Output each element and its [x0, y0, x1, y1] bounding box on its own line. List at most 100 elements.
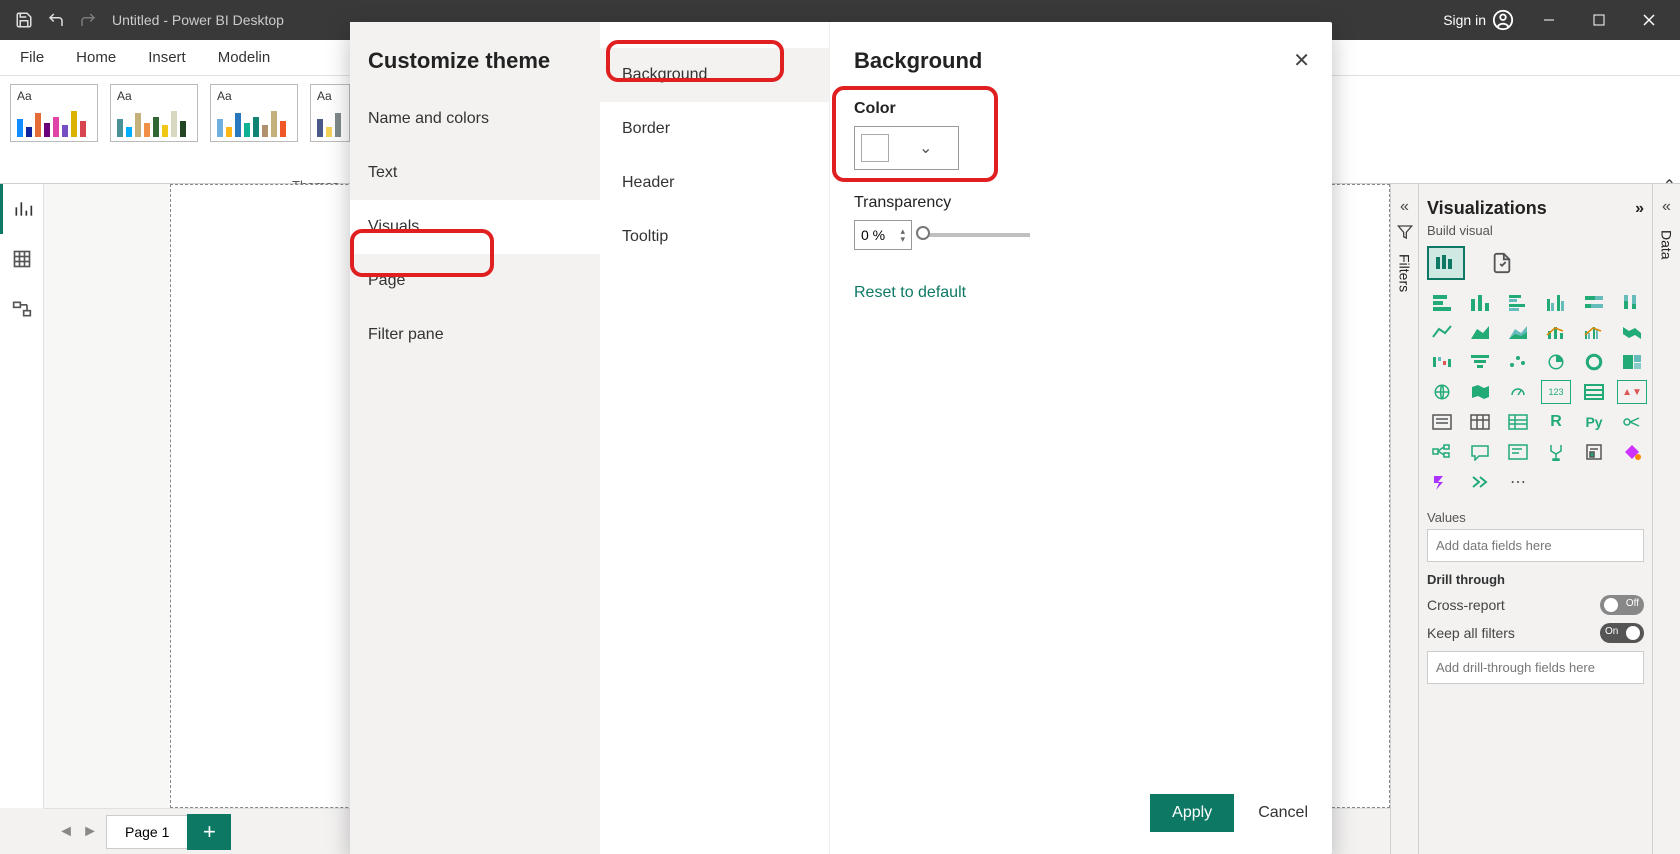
data-pane-collapsed[interactable]: « Data	[1652, 184, 1680, 854]
expand-data-icon[interactable]: «	[1662, 198, 1671, 216]
nav-filter-pane[interactable]: Filter pane	[350, 308, 600, 362]
report-view-button[interactable]	[0, 184, 43, 234]
subnav-tooltip[interactable]: Tooltip	[600, 210, 829, 264]
values-well[interactable]: Add data fields here	[1427, 529, 1644, 562]
line-clustered-column-icon[interactable]	[1579, 320, 1609, 344]
transparency-label: Transparency	[854, 194, 1308, 212]
reset-to-default-link[interactable]: Reset to default	[854, 284, 1308, 302]
slicer-icon[interactable]	[1427, 410, 1457, 434]
nav-page[interactable]: Page	[350, 254, 600, 308]
scatter-icon[interactable]	[1503, 350, 1533, 374]
page-prev-button[interactable]: ◄	[54, 823, 78, 841]
power-automate-icon[interactable]	[1427, 470, 1457, 494]
dialog-title: Customize theme	[350, 48, 600, 92]
theme-thumbnail[interactable]: Aa	[210, 84, 298, 142]
filters-pane-collapsed[interactable]: « Filters	[1390, 184, 1418, 854]
area-chart-icon[interactable]	[1465, 320, 1495, 344]
transparency-slider[interactable]	[920, 233, 1030, 237]
maximize-button[interactable]	[1576, 0, 1622, 40]
keep-all-filters-toggle[interactable]: On	[1600, 623, 1644, 643]
hundred-stacked-column-icon[interactable]	[1617, 290, 1647, 314]
model-view-button[interactable]	[0, 284, 43, 334]
ribbon-tab-modeling[interactable]: Modelin	[218, 49, 271, 66]
save-icon[interactable]	[8, 4, 40, 36]
power-apps-icon[interactable]	[1617, 440, 1647, 464]
drillthrough-well[interactable]: Add drill-through fields here	[1427, 651, 1644, 684]
more-options-icon[interactable]: ⋯	[1503, 470, 1533, 494]
subnav-background[interactable]: Background	[600, 48, 829, 102]
table-view-button[interactable]	[0, 234, 43, 284]
ribbon-chart-icon[interactable]	[1617, 320, 1647, 344]
decomposition-tree-icon[interactable]	[1427, 440, 1457, 464]
matrix-icon[interactable]	[1503, 410, 1533, 434]
expand-viz-icon[interactable]: »	[1635, 200, 1644, 218]
waterfall-icon[interactable]	[1427, 350, 1457, 374]
clustered-bar-icon[interactable]	[1503, 290, 1533, 314]
nav-visuals[interactable]: Visuals	[350, 200, 600, 254]
line-stacked-column-icon[interactable]	[1541, 320, 1571, 344]
expand-filters-icon[interactable]: «	[1400, 198, 1409, 216]
values-well-label: Values	[1427, 510, 1644, 525]
minimize-button[interactable]	[1526, 0, 1572, 40]
stacked-column-icon[interactable]	[1465, 290, 1495, 314]
clustered-column-icon[interactable]	[1541, 290, 1571, 314]
donut-icon[interactable]	[1579, 350, 1609, 374]
slider-handle[interactable]	[916, 226, 930, 240]
keep-all-filters-label: Keep all filters	[1427, 625, 1515, 641]
chevron-down-icon: ⌄	[919, 138, 932, 158]
close-dialog-button[interactable]: ✕	[1293, 48, 1310, 73]
data-label: Data	[1659, 224, 1675, 266]
subnav-border[interactable]: Border	[600, 102, 829, 156]
stacked-bar-icon[interactable]	[1427, 290, 1457, 314]
qa-visual-icon[interactable]	[1465, 440, 1495, 464]
nav-text[interactable]: Text	[350, 146, 600, 200]
sign-in-button[interactable]: Sign in	[1435, 9, 1522, 31]
r-visual-icon[interactable]: R	[1541, 410, 1571, 434]
ribbon-tab-file[interactable]: File	[20, 49, 44, 66]
color-picker[interactable]: ⌄	[854, 126, 959, 170]
visualizations-pane: Visualizations » Build visual	[1418, 184, 1652, 854]
key-influencers-icon[interactable]	[1617, 410, 1647, 434]
add-page-button[interactable]: +	[187, 814, 231, 850]
map-icon[interactable]	[1427, 380, 1457, 404]
transparency-input[interactable]: 0 % ▴▾	[854, 220, 912, 250]
subnav-header[interactable]: Header	[600, 156, 829, 210]
theme-thumbnail[interactable]: Aa	[10, 84, 98, 142]
theme-thumbnail[interactable]: Aa	[110, 84, 198, 142]
goals-icon[interactable]	[1541, 440, 1571, 464]
page-next-button[interactable]: ►	[78, 823, 102, 841]
apply-button[interactable]: Apply	[1150, 794, 1234, 832]
cancel-button[interactable]: Cancel	[1258, 804, 1308, 822]
theme-thumbnail[interactable]: Aa	[310, 84, 350, 142]
treemap-icon[interactable]	[1617, 350, 1647, 374]
python-visual-icon[interactable]: Py	[1579, 410, 1609, 434]
funnel-icon[interactable]	[1465, 350, 1495, 374]
ribbon-tab-home[interactable]: Home	[76, 49, 116, 66]
paginated-report-icon[interactable]	[1579, 440, 1609, 464]
gauge-icon[interactable]	[1503, 380, 1533, 404]
line-chart-icon[interactable]	[1427, 320, 1457, 344]
ribbon-tab-insert[interactable]: Insert	[148, 49, 186, 66]
undo-icon[interactable]	[40, 4, 72, 36]
format-visual-tab[interactable]	[1483, 246, 1521, 280]
build-visual-tab[interactable]	[1427, 246, 1465, 280]
stacked-area-icon[interactable]	[1503, 320, 1533, 344]
cross-report-toggle[interactable]: Off	[1600, 595, 1644, 615]
card-icon[interactable]: 123	[1541, 380, 1571, 404]
pie-icon[interactable]	[1541, 350, 1571, 374]
color-swatch	[861, 134, 889, 162]
kpi-icon[interactable]: ▲▼	[1617, 380, 1647, 404]
window-close-button[interactable]	[1626, 0, 1672, 40]
color-field-label: Color	[854, 100, 1308, 118]
spinner-icon[interactable]: ▴▾	[900, 227, 905, 243]
filter-icon	[1397, 224, 1413, 240]
nav-name-and-colors[interactable]: Name and colors	[350, 92, 600, 146]
multi-row-card-icon[interactable]	[1579, 380, 1609, 404]
redo-icon[interactable]	[72, 4, 104, 36]
smart-narrative-icon[interactable]	[1503, 440, 1533, 464]
hundred-stacked-bar-icon[interactable]	[1579, 290, 1609, 314]
filled-map-icon[interactable]	[1465, 380, 1495, 404]
more-visuals-icon[interactable]	[1465, 470, 1495, 494]
table-icon[interactable]	[1465, 410, 1495, 434]
page-tab-1[interactable]: Page 1	[106, 815, 188, 849]
